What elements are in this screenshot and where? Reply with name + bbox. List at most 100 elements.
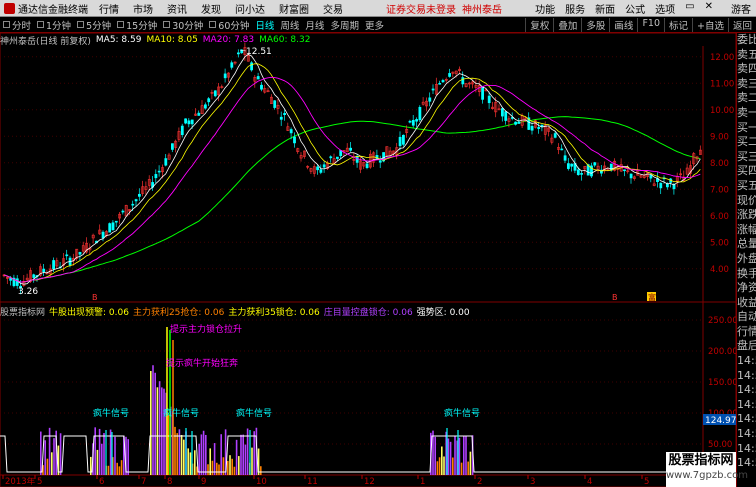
indicator-bar xyxy=(218,464,220,475)
candle-body xyxy=(316,166,320,171)
date-tick-label: 5 xyxy=(37,477,42,487)
indicator-bar xyxy=(180,435,183,475)
candle-body xyxy=(293,136,296,144)
candle-body xyxy=(108,223,112,233)
indicator-bar xyxy=(229,455,231,475)
candle-body xyxy=(319,169,323,173)
indicator-bar xyxy=(441,446,443,475)
indicator-axis-labels: 250.00200.00150.00100.0050.00 xyxy=(708,316,738,450)
indicator-bar xyxy=(443,456,445,475)
date-axis-labels: 2013年 5 6 7 8 9 10 11 12 1 2 3 4 5 xyxy=(2,475,649,487)
panel-label: 买二 xyxy=(737,135,756,149)
candle-body xyxy=(65,254,69,257)
candle-body xyxy=(659,182,663,189)
candle-body xyxy=(504,111,508,121)
candle-body xyxy=(418,107,422,121)
panel-label: 委比 xyxy=(737,33,756,46)
indicator-bar xyxy=(242,434,244,475)
panel-tab-quote[interactable]: 行情 xyxy=(737,325,756,340)
panel-label: 涨幅 xyxy=(737,222,756,236)
candle-body xyxy=(157,170,161,173)
indicator-value: 主力获利35锁仓: 0.06 xyxy=(228,307,320,318)
candle-body xyxy=(355,156,359,163)
ma10-value: MA10: 8.05 xyxy=(146,35,198,45)
candle-body xyxy=(114,220,118,223)
indicator-bar xyxy=(183,439,185,475)
panel-label: 卖三 xyxy=(737,76,756,90)
indicator-tick-label: 250.00 xyxy=(708,316,738,326)
indicator-bar xyxy=(96,449,99,475)
indicator-bar xyxy=(48,427,51,475)
indicator-bar xyxy=(176,433,178,475)
indicator-name[interactable]: 股票指标网 xyxy=(0,305,45,318)
price-tick-label: 10.00 xyxy=(710,106,734,116)
date-tick-label: 6 xyxy=(99,477,104,487)
candle-body xyxy=(484,89,488,92)
indicator-tick-label: 200.00 xyxy=(708,347,738,357)
indicator-bar xyxy=(438,457,441,475)
candle-body xyxy=(78,252,82,255)
indicator-bar xyxy=(260,466,262,475)
candle-body xyxy=(322,164,326,168)
panel-label: 换手 xyxy=(737,266,756,280)
candle-body xyxy=(15,278,19,286)
candle-body xyxy=(187,120,191,125)
candle-body xyxy=(514,121,518,125)
tick-time: 14:5 xyxy=(737,397,756,411)
candle-body xyxy=(250,62,254,71)
indicator-bar xyxy=(235,439,238,475)
indicator-bar xyxy=(253,431,255,475)
high-price-label: 12.51 xyxy=(246,47,272,57)
candle-body xyxy=(649,174,653,179)
candle-body xyxy=(517,121,521,124)
date-tick-label: 8 xyxy=(167,477,172,487)
date-tick-label: 2 xyxy=(477,477,482,487)
candle-body xyxy=(335,156,339,159)
indicator-bar xyxy=(152,365,154,475)
indicator-bar xyxy=(463,436,465,475)
indicator-bar xyxy=(216,462,218,475)
candle-body xyxy=(32,274,36,278)
price-tick-label: 12.00 xyxy=(710,53,734,63)
indicator-bar xyxy=(436,461,439,475)
candle-body xyxy=(134,199,138,202)
panel-label: 净资 xyxy=(737,281,756,295)
panel-label: 总量 xyxy=(737,237,756,251)
indicator-bar xyxy=(59,433,62,475)
ma60-line xyxy=(3,116,701,283)
indicator-bar xyxy=(207,464,209,475)
signal-label: 疯牛信号 xyxy=(93,407,129,419)
candle-body xyxy=(213,90,217,97)
price-tick-label: 4.00 xyxy=(710,265,729,275)
panel-label: 卖二 xyxy=(737,91,756,105)
indicator-bar xyxy=(154,372,156,475)
indicator-bar xyxy=(465,435,467,475)
ma60-line xyxy=(3,116,701,283)
price-tick-label: 6.00 xyxy=(710,212,729,222)
candle-body xyxy=(563,155,567,161)
candle-body xyxy=(42,268,46,273)
indicator-bar xyxy=(220,434,222,475)
candle-body xyxy=(197,112,201,116)
low-price-label: 3.26 xyxy=(18,287,38,297)
candle-body xyxy=(230,62,234,68)
tick-time: 14:5 xyxy=(737,456,756,470)
indicator-bar xyxy=(174,426,176,475)
watermark-title: 股票指标网 xyxy=(668,453,734,468)
indicator-lines xyxy=(0,327,703,475)
panel-label: 收益 xyxy=(737,295,756,309)
panel-tab-afterhours[interactable]: 盘后 xyxy=(737,339,756,354)
indicator-bar xyxy=(103,433,105,475)
panel-tab-auto[interactable]: 自动 xyxy=(737,310,756,325)
indicator-bar xyxy=(53,438,55,475)
indicator-bar xyxy=(231,458,233,475)
candle-body xyxy=(283,113,287,115)
ma5-line xyxy=(3,53,701,285)
price-tick-label: 8.00 xyxy=(710,159,729,169)
chart-canvas[interactable]: 12.0011.0010.009.008.007.006.005.004.00 … xyxy=(0,0,756,487)
signal-label: 疯牛信号 xyxy=(163,407,199,419)
date-tick-label: 7 xyxy=(141,477,146,487)
price-tick-label: 9.00 xyxy=(710,132,729,142)
indicator-bar xyxy=(233,466,236,475)
candle-body xyxy=(204,104,207,109)
